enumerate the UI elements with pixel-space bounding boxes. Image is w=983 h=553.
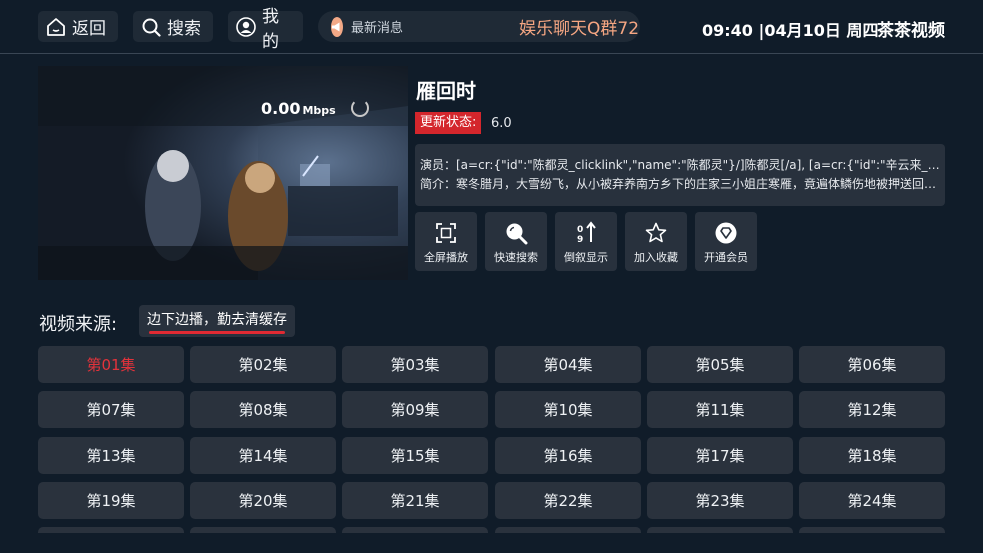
episode-button[interactable]: 第07集 xyxy=(38,391,184,428)
episode-button[interactable]: 第22集 xyxy=(495,482,641,519)
episode-button[interactable]: 第21集 xyxy=(342,482,488,519)
episode-button[interactable]: 第04集 xyxy=(495,346,641,383)
episode-button[interactable]: 第02集 xyxy=(190,346,336,383)
episode-button[interactable]: 第10集 xyxy=(495,391,641,428)
episode-button[interactable]: 第12集 xyxy=(799,391,945,428)
reverse-order-button[interactable]: 09 倒叙显示 xyxy=(555,212,617,271)
news-message: 娱乐聊天Q群72 xyxy=(519,19,640,39)
episode-button[interactable]: 第05集 xyxy=(647,346,793,383)
network-speed: 0.00 Mbps xyxy=(261,99,336,118)
video-source-label: 视频来源: xyxy=(39,314,118,335)
episode-button[interactable]: 第23集 xyxy=(647,482,793,519)
episode-button-partial[interactable] xyxy=(38,527,184,533)
episode-button[interactable]: 第06集 xyxy=(799,346,945,383)
svg-text:0: 0 xyxy=(577,225,583,235)
back-button[interactable]: 返回 xyxy=(38,11,118,42)
episode-button-partial[interactable] xyxy=(342,527,488,533)
episode-button[interactable]: 第16集 xyxy=(495,437,641,474)
clock: 09:40 |04月10日 周四 xyxy=(702,21,879,40)
synopsis-text: 简介：寒冬腊月，大雪纷飞，从小被弃养南方乡下的庄家三小姐庄寒雁，竟遍体鳞伤地被押… xyxy=(420,177,940,191)
speed-unit: Mbps xyxy=(302,104,336,117)
quick-search-button[interactable]: 快速搜索 xyxy=(485,212,547,271)
episode-button-partial[interactable] xyxy=(190,527,336,533)
quick-search-label: 快速搜索 xyxy=(494,251,538,264)
selected-underline xyxy=(149,331,285,334)
video-source-value: 边下边播，勤去清缓存 xyxy=(147,312,287,328)
add-favorite-button[interactable]: 加入收藏 xyxy=(625,212,687,271)
vip-label: 开通会员 xyxy=(704,251,748,264)
mine-button[interactable]: 我的 xyxy=(228,7,303,52)
episode-button[interactable]: 第19集 xyxy=(38,482,184,519)
add-favorite-label: 加入收藏 xyxy=(634,251,678,264)
episode-button[interactable]: 第17集 xyxy=(647,437,793,474)
episode-button[interactable]: 第24集 xyxy=(799,482,945,519)
app-name: 茶茶视频 xyxy=(877,21,945,41)
svg-text:9: 9 xyxy=(577,235,583,245)
fullscreen-button[interactable]: 全屏播放 xyxy=(415,212,477,271)
update-status-value: 6.0 xyxy=(491,116,512,131)
update-status-badge: 更新状态: xyxy=(415,112,482,134)
top-bar: 返回 搜索 我的 最新消息 娱乐聊天Q群72 09:40 |04月10日 周四 … xyxy=(0,0,983,54)
episode-button[interactable]: 第11集 xyxy=(647,391,793,428)
sort-icon: 09 xyxy=(574,221,598,245)
video-frame-image xyxy=(38,66,408,280)
vip-button[interactable]: 开通会员 xyxy=(695,212,757,271)
news-label: 最新消息 xyxy=(351,21,404,36)
fullscreen-label: 全屏播放 xyxy=(424,251,468,264)
reverse-order-label: 倒叙显示 xyxy=(564,251,608,264)
search-label: 搜索 xyxy=(167,19,201,39)
video-title: 雁回时 xyxy=(416,79,476,103)
video-source-selector[interactable]: 边下边播，勤去清缓存 xyxy=(139,305,295,337)
description-box: 演员：[a=cr:{"id":"陈都灵_clicklink","name":"陈… xyxy=(415,144,945,206)
megaphone-icon xyxy=(331,16,343,37)
search-icon xyxy=(141,17,161,37)
episode-button-partial[interactable] xyxy=(495,527,641,533)
video-player[interactable]: 0.00 Mbps xyxy=(38,66,408,280)
episode-button[interactable]: 第08集 xyxy=(190,391,336,428)
vip-icon xyxy=(714,221,738,245)
episode-button[interactable]: 第01集 xyxy=(38,346,184,383)
episode-button-partial[interactable] xyxy=(647,527,793,533)
search-icon xyxy=(504,221,528,245)
cast-text: 演员：[a=cr:{"id":"陈都灵_clicklink","name":"陈… xyxy=(420,158,940,172)
home-icon xyxy=(46,17,66,37)
episode-button[interactable]: 第15集 xyxy=(342,437,488,474)
episode-button[interactable]: 第14集 xyxy=(190,437,336,474)
fullscreen-icon xyxy=(434,221,458,245)
star-icon xyxy=(644,221,668,245)
back-label: 返回 xyxy=(72,19,106,39)
speed-value: 0.00 xyxy=(261,99,301,118)
search-button[interactable]: 搜索 xyxy=(133,11,213,42)
loading-spinner-icon xyxy=(351,99,369,117)
episode-button-partial[interactable] xyxy=(799,527,945,533)
episode-button[interactable]: 第09集 xyxy=(342,391,488,428)
news-ticker[interactable]: 最新消息 娱乐聊天Q群72 xyxy=(318,11,640,42)
episode-button[interactable]: 第13集 xyxy=(38,437,184,474)
user-icon xyxy=(236,16,256,37)
episode-button[interactable]: 第18集 xyxy=(799,437,945,474)
episode-button[interactable]: 第20集 xyxy=(190,482,336,519)
mine-label: 我的 xyxy=(262,6,279,52)
episode-button[interactable]: 第03集 xyxy=(342,346,488,383)
